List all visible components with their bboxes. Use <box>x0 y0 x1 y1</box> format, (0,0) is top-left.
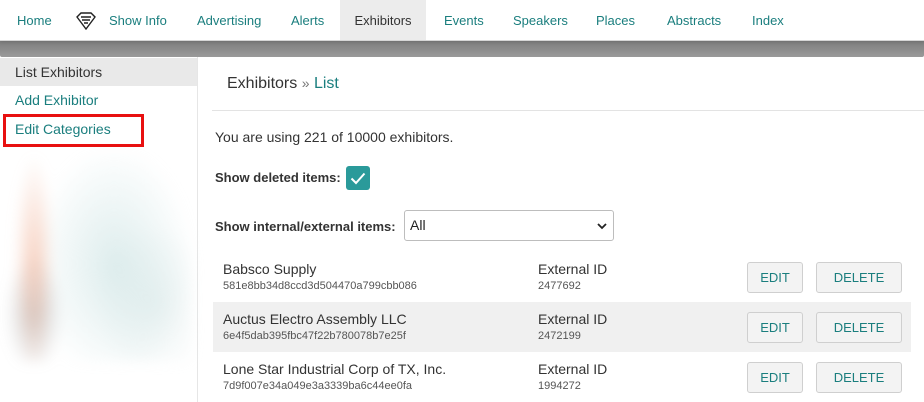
edit-button[interactable]: EDIT <box>747 362 803 393</box>
external-id-label: External ID <box>538 311 608 327</box>
edit-button[interactable]: EDIT <box>747 262 803 293</box>
internal-external-select[interactable]: All <box>404 210 614 241</box>
external-id-value: 2472199 <box>538 330 581 342</box>
show-deleted-label: Show deleted items: <box>215 170 341 185</box>
breadcrumb-current[interactable]: List <box>314 75 339 92</box>
external-id-label: External ID <box>538 261 608 277</box>
table-row: Lone Star Industrial Corp of TX, Inc. 7d… <box>213 352 911 402</box>
external-id-label: External ID <box>538 361 608 377</box>
check-icon <box>350 172 366 185</box>
nav-exhibitors[interactable]: Exhibitors <box>340 0 426 40</box>
nav-index[interactable]: Index <box>752 0 784 40</box>
sidebar-item-add-exhibitor[interactable]: Add Exhibitor <box>15 92 98 108</box>
external-id-value: 1994272 <box>538 380 581 392</box>
chevron-down-icon <box>597 223 607 230</box>
breadcrumb-parent[interactable]: Exhibitors <box>227 75 297 92</box>
top-nav: Home Show Info Advertising Alerts Exhibi… <box>0 0 924 41</box>
sidebar: List Exhibitors Add Exhibitor Edit Categ… <box>0 57 198 402</box>
highlight-box <box>3 114 144 147</box>
select-value: All <box>410 217 426 233</box>
table-row: Babsco Supply 581e8bb34d8ccd3d504470a799… <box>213 252 911 302</box>
breadcrumb: Exhibitors » List <box>227 75 339 93</box>
nav-events[interactable]: Events <box>444 0 484 40</box>
nav-show-info[interactable]: Show Info <box>109 0 167 40</box>
delete-button[interactable]: DELETE <box>816 362 902 393</box>
nav-abstracts[interactable]: Abstracts <box>667 0 721 40</box>
breadcrumb-separator: » <box>301 75 310 91</box>
exhibitor-name: Auctus Electro Assembly LLC <box>223 311 407 327</box>
exhibitor-hash: 6e4f5dab395fbc47f22b780078b7e25f <box>223 330 406 342</box>
internal-external-label: Show internal/external items: <box>215 219 396 234</box>
header-strip <box>0 41 924 57</box>
exhibitor-hash: 581e8bb34d8ccd3d504470a799cbb086 <box>223 280 417 292</box>
superman-shield-icon[interactable] <box>76 12 96 30</box>
external-id-value: 2477692 <box>538 280 581 292</box>
nav-places[interactable]: Places <box>596 0 635 40</box>
show-deleted-checkbox[interactable] <box>346 166 370 190</box>
delete-button[interactable]: DELETE <box>816 262 902 293</box>
exhibitor-name: Lone Star Industrial Corp of TX, Inc. <box>223 361 447 377</box>
nav-advertising[interactable]: Advertising <box>197 0 261 40</box>
delete-button[interactable]: DELETE <box>816 312 902 343</box>
exhibitor-hash: 7d9f007e34a049e3a3339ba6c44ee0fa <box>223 380 413 392</box>
nav-home[interactable]: Home <box>17 0 52 40</box>
nav-alerts[interactable]: Alerts <box>291 0 324 40</box>
edit-button[interactable]: EDIT <box>747 312 803 343</box>
usage-text: You are using 221 of 10000 exhibitors. <box>215 129 454 145</box>
exhibitor-name: Babsco Supply <box>223 261 317 277</box>
divider <box>212 110 924 111</box>
nav-speakers[interactable]: Speakers <box>513 0 568 40</box>
table-row: Auctus Electro Assembly LLC 6e4f5dab395f… <box>213 302 911 352</box>
sidebar-item-list-exhibitors[interactable]: List Exhibitors <box>0 58 197 86</box>
blurred-image <box>4 154 192 362</box>
